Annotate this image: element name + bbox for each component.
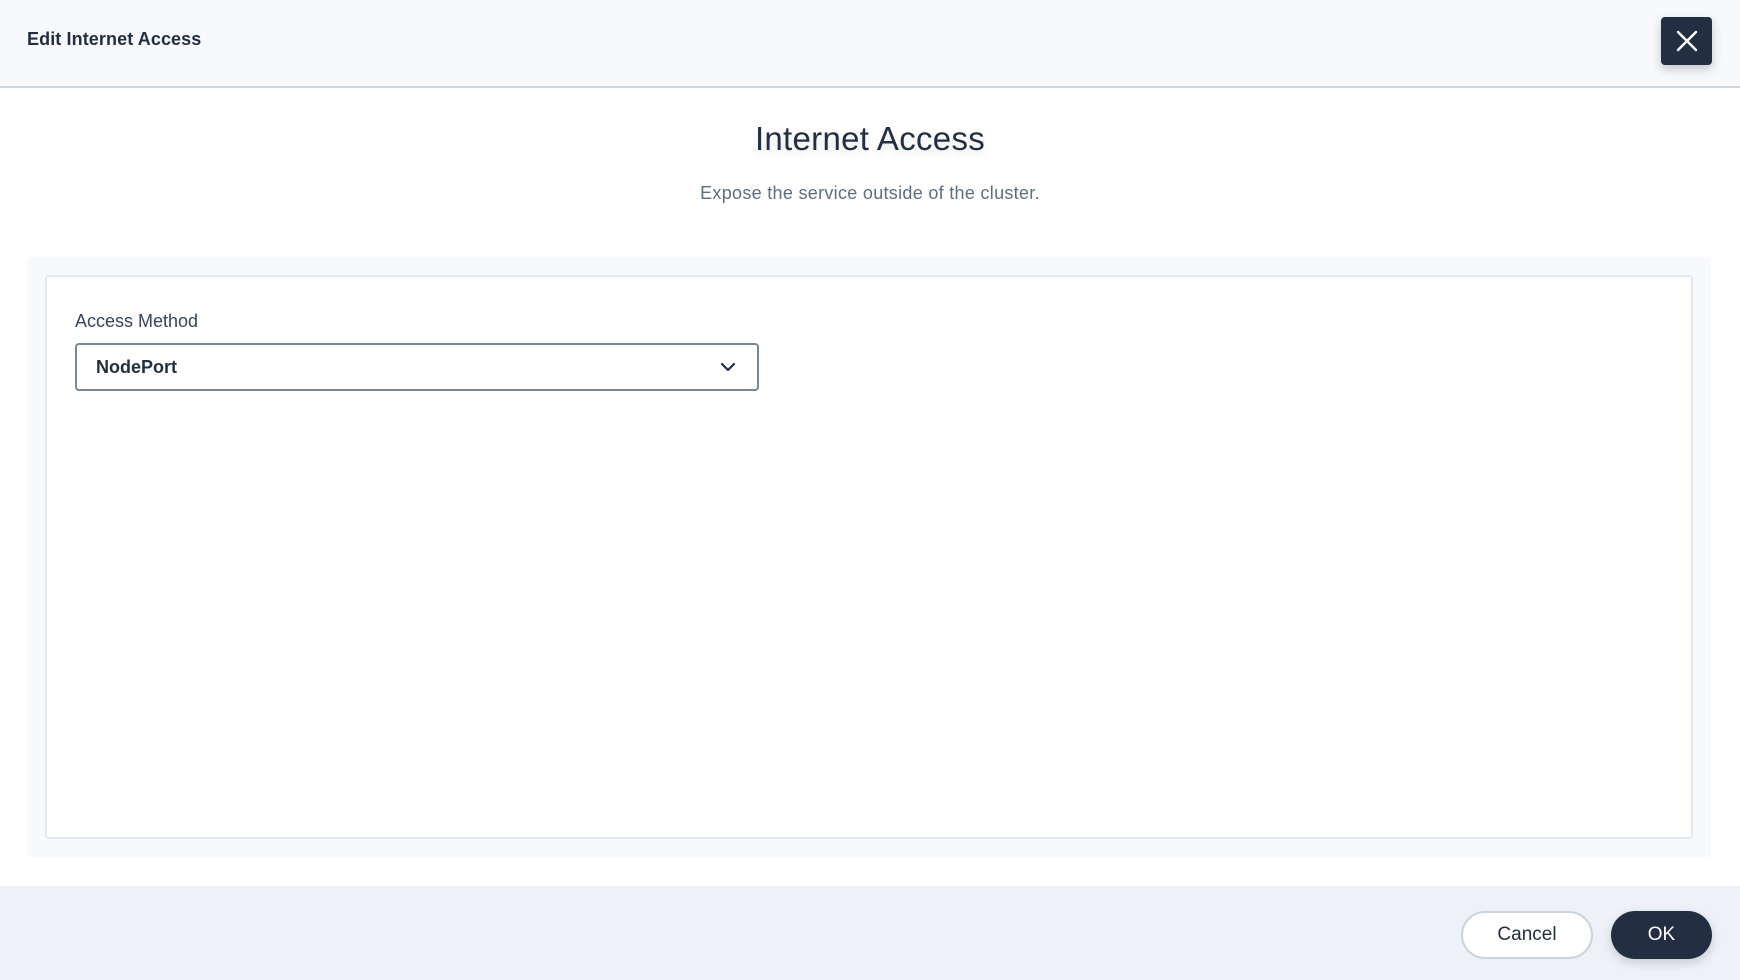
cancel-button[interactable]: Cancel — [1461, 911, 1593, 959]
section-title: Internet Access — [754, 120, 986, 157]
edit-internet-access-dialog: Edit Internet Access Internet Access Exp… — [0, 0, 1740, 980]
dialog-header: Edit Internet Access — [0, 0, 1740, 88]
access-method-label: Access Method — [75, 311, 199, 331]
close-button[interactable] — [1661, 17, 1712, 65]
dialog-title: Edit Internet Access — [27, 29, 202, 49]
ok-button[interactable]: OK — [1611, 911, 1712, 959]
dialog-footer: Cancel OK — [0, 886, 1740, 980]
form-container: Access Method NodePort — [27, 257, 1711, 857]
access-method-select[interactable]: NodePort — [75, 343, 759, 391]
section-description: Expose the service outside of the cluste… — [700, 183, 1040, 203]
form-panel: Access Method NodePort — [45, 275, 1693, 839]
access-method-value: NodePort — [96, 357, 177, 377]
close-icon — [1676, 30, 1697, 52]
chevron-down-icon — [720, 362, 736, 372]
